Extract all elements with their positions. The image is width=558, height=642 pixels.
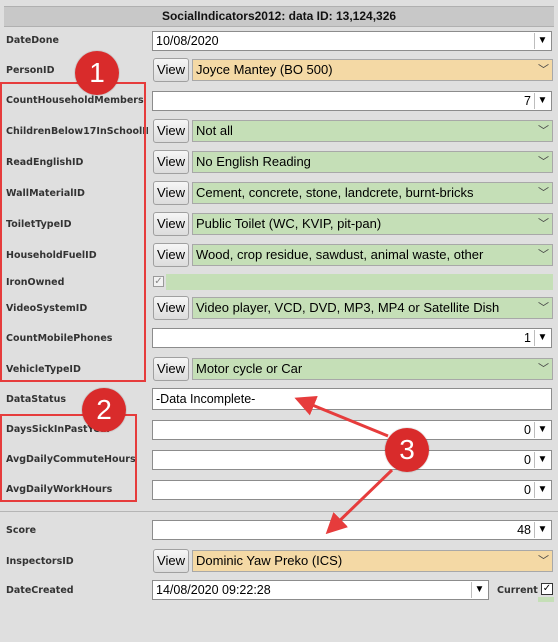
video-system-combo[interactable]: Video player, VCD, DVD, MP3, MP4 or Sate… — [192, 297, 553, 319]
video-system-label: VideoSystemID — [6, 303, 88, 314]
date-done-field[interactable]: 10/08/2020 ▼ — [152, 31, 552, 51]
toilet-type-label: ToiletTypeID — [6, 219, 72, 230]
toilet-type-view-button[interactable]: View — [153, 212, 189, 236]
chevron-down-icon: ﹀ — [538, 187, 549, 199]
chevron-down-icon: ﹀ — [538, 302, 549, 314]
person-id-label: PersonID — [6, 65, 55, 76]
avg-commute-dropdown-button[interactable]: ▼ — [534, 452, 550, 468]
chevron-down-icon: ﹀ — [538, 249, 549, 261]
avg-work-dropdown-button[interactable]: ▼ — [534, 482, 550, 498]
score-dropdown-button[interactable]: ▼ — [534, 522, 550, 538]
data-status-field[interactable]: -Data Incomplete- — [152, 388, 552, 410]
count-mobile-phones-field[interactable]: 1 ▼ — [152, 328, 552, 348]
chevron-down-icon: ﹀ — [538, 218, 549, 230]
chevron-down-icon: ﹀ — [538, 64, 549, 76]
person-id-view-button[interactable]: View — [153, 58, 189, 82]
chevron-down-icon: ﹀ — [538, 363, 549, 375]
read-english-value: No English Reading — [196, 154, 311, 169]
wall-material-value: Cement, concrete, stone, landcrete, burn… — [196, 185, 474, 200]
count-household-members-label: CountHouseholdMembers — [6, 95, 144, 106]
children-below-17-value: Not all — [196, 123, 233, 138]
iron-owned-checkbox[interactable]: ✓ — [153, 276, 164, 287]
score-value: 48 — [517, 523, 531, 537]
date-done-label: DateDone — [6, 35, 59, 46]
avg-work-label: AvgDailyWorkHours — [6, 484, 113, 495]
inspectors-id-value: Dominic Yaw Preko (ICS) — [196, 553, 343, 568]
annotation-badge-3: 3 — [385, 428, 429, 472]
wall-material-view-button[interactable]: View — [153, 181, 189, 205]
chevron-down-icon: ﹀ — [538, 125, 549, 137]
inspectors-id-label: InspectorsID — [6, 556, 74, 567]
iron-owned-label: IronOwned — [6, 277, 65, 288]
household-fuel-label: HouseholdFuelID — [6, 250, 97, 261]
video-system-value: Video player, VCD, DVD, MP3, MP4 or Sate… — [196, 300, 500, 315]
annotation-badge-2: 2 — [82, 388, 126, 432]
vehicle-type-combo[interactable]: Motor cycle or Car ﹀ — [192, 358, 553, 380]
children-below-17-combo[interactable]: Not all ﹀ — [192, 120, 553, 142]
person-id-combo[interactable]: Joyce Mantey (BO 500) ﹀ — [192, 59, 553, 81]
children-below-17-view-button[interactable]: View — [153, 119, 189, 143]
days-sick-dropdown-button[interactable]: ▼ — [534, 422, 550, 438]
wall-material-combo[interactable]: Cement, concrete, stone, landcrete, burn… — [192, 182, 553, 204]
household-fuel-combo[interactable]: Wood, crop residue, sawdust, animal wast… — [192, 244, 553, 266]
date-created-value: 14/08/2020 09:22:28 — [156, 583, 271, 597]
chevron-down-icon: ﹀ — [538, 555, 549, 567]
vehicle-type-value: Motor cycle or Car — [196, 361, 303, 376]
date-created-dropdown-button[interactable]: ▼ — [471, 582, 487, 598]
video-system-view-button[interactable]: View — [153, 296, 189, 320]
children-below-17-label: ChildrenBelow17InSchoolID — [6, 126, 148, 137]
read-english-view-button[interactable]: View — [153, 150, 189, 174]
data-status-label: DataStatus — [6, 394, 67, 405]
avg-work-value: 0 — [524, 483, 531, 497]
annotation-badge-1: 1 — [75, 51, 119, 95]
read-english-combo[interactable]: No English Reading ﹀ — [192, 151, 553, 173]
read-english-label: ReadEnglishID — [6, 157, 84, 168]
section-divider — [0, 511, 558, 512]
chevron-down-icon: ﹀ — [538, 156, 549, 168]
days-sick-value: 0 — [524, 423, 531, 437]
household-fuel-value: Wood, crop residue, sawdust, animal wast… — [196, 247, 484, 262]
avg-commute-label: AvgDailyCommuteHours — [6, 454, 136, 465]
date-done-value: 10/08/2020 — [156, 34, 219, 48]
toilet-type-combo[interactable]: Public Toilet (WC, KVIP, pit-pan) ﹀ — [192, 213, 553, 235]
count-mobile-phones-value: 1 — [524, 331, 531, 345]
current-strip — [538, 597, 554, 602]
inspectors-id-view-button[interactable]: View — [153, 549, 189, 573]
count-household-members-field[interactable]: 7 ▼ — [152, 91, 552, 111]
current-checkbox[interactable]: ✓ — [541, 583, 553, 595]
avg-commute-value: 0 — [524, 453, 531, 467]
count-household-members-value: 7 — [524, 94, 531, 108]
toilet-type-value: Public Toilet (WC, KVIP, pit-pan) — [196, 216, 382, 231]
score-field[interactable]: 48 ▼ — [152, 520, 552, 540]
iron-owned-field-strip — [166, 274, 553, 290]
inspectors-id-combo[interactable]: Dominic Yaw Preko (ICS) ﹀ — [192, 550, 553, 572]
days-sick-field[interactable]: 0 ▼ — [152, 420, 552, 440]
form-title: SocialIndicators2012: data ID: 13,124,32… — [4, 6, 554, 27]
wall-material-label: WallMaterialID — [6, 188, 85, 199]
date-created-field[interactable]: 14/08/2020 09:22:28 ▼ — [152, 580, 489, 600]
household-fuel-view-button[interactable]: View — [153, 243, 189, 267]
current-label: Current — [497, 585, 538, 596]
vehicle-type-view-button[interactable]: View — [153, 357, 189, 381]
count-mobile-phones-dropdown-button[interactable]: ▼ — [534, 330, 550, 346]
date-created-label: DateCreated — [6, 585, 74, 596]
avg-commute-field[interactable]: 0 ▼ — [152, 450, 552, 470]
count-mobile-phones-label: CountMobilePhones — [6, 333, 113, 344]
score-label: Score — [6, 525, 37, 536]
person-id-value: Joyce Mantey (BO 500) — [196, 62, 333, 77]
vehicle-type-label: VehicleTypeID — [6, 364, 81, 375]
date-done-dropdown-button[interactable]: ▼ — [534, 33, 550, 49]
count-household-members-dropdown-button[interactable]: ▼ — [534, 93, 550, 109]
avg-work-field[interactable]: 0 ▼ — [152, 480, 552, 500]
